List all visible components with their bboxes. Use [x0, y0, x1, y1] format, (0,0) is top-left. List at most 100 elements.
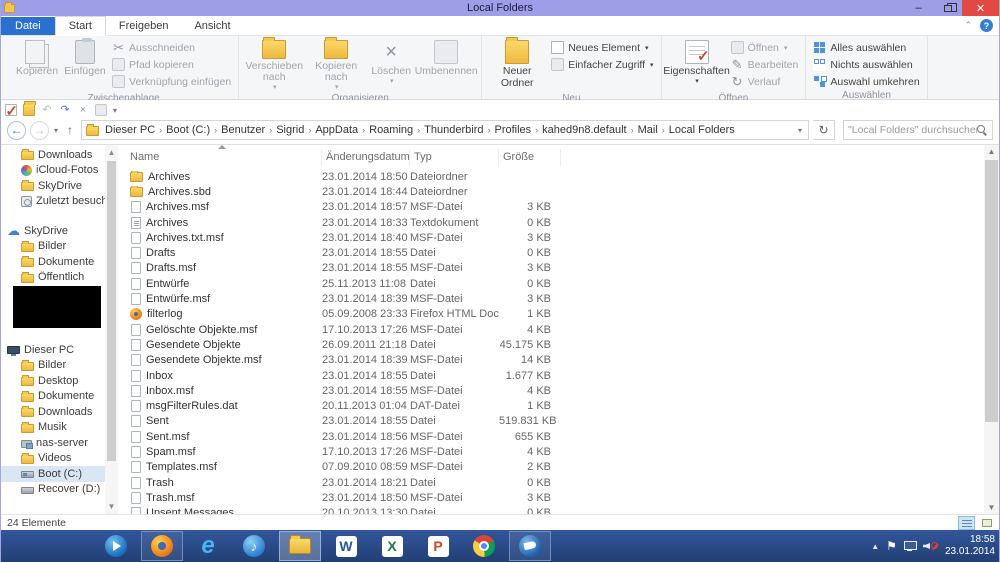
auswahl-umkehren-button[interactable]: Auswahl umkehren	[810, 73, 922, 90]
file-row-archives[interactable]: Archives 23.01.2014 18:50 Dateiordner	[126, 169, 999, 184]
search-icon[interactable]	[977, 124, 988, 136]
filelist-scroll-thumb[interactable]	[985, 160, 998, 422]
qat-customize-icon[interactable]: ▾	[113, 106, 117, 115]
sidebar-item-bilder[interactable]: Bilder	[1, 239, 105, 255]
file-row-inbox-msf[interactable]: Inbox.msf 23.01.2014 18:55 MSF-Datei 4 KB	[126, 383, 999, 398]
column-header-name[interactable]: Name	[126, 148, 322, 166]
breadcrumb-segment-profiles[interactable]: Profiles	[491, 124, 534, 136]
taskbar-firefox-button[interactable]	[141, 531, 183, 561]
sidebar-item-videos[interactable]: Videos	[1, 451, 105, 467]
sidebar-item-dokumente[interactable]: Dokumente	[1, 389, 105, 405]
recent-locations-dropdown-icon[interactable]: ▾	[53, 126, 59, 135]
breadcrumb-segment-local-folders[interactable]: Local Folders	[666, 124, 738, 136]
sidebar-item-downloads[interactable]: Downloads	[1, 404, 105, 420]
sidebar-item-zuletzt-besucht[interactable]: Zuletzt besucht	[1, 194, 105, 210]
ausschneiden-button[interactable]: ✂ Ausschneiden	[109, 39, 234, 56]
file-row-trash-msf[interactable]: Trash.msf 23.01.2014 18:50 MSF-Datei 3 KB	[126, 490, 999, 505]
file-row-drafts-msf[interactable]: Drafts.msf 23.01.2014 18:55 MSF-Datei 3 KB	[126, 261, 999, 276]
einfacher-zugriff-button[interactable]: Einfacher Zugriff ▾	[548, 56, 656, 73]
taskbar-media-player-button[interactable]	[95, 531, 137, 561]
bearbeiten-button[interactable]: ✎ Bearbeiten	[728, 56, 802, 73]
taskbar-word-button[interactable]: W	[325, 531, 367, 561]
back-button[interactable]: ←	[7, 120, 26, 140]
taskbar-photos-button[interactable]	[49, 531, 91, 561]
taskbar-chrome-button[interactable]	[463, 531, 505, 561]
thumbnail-view-button[interactable]	[978, 516, 995, 530]
qat-new-folder-icon[interactable]	[23, 101, 36, 116]
breadcrumb-segment-mail[interactable]: Mail	[635, 124, 661, 136]
file-row-inbox[interactable]: Inbox 23.01.2014 18:55 Datei 1.677 KB	[126, 368, 999, 383]
sidebar-item-dokumente[interactable]: Dokumente	[1, 254, 105, 270]
breadcrumb-segment-roaming[interactable]: Roaming	[366, 124, 416, 136]
sidebar-item-dieser-pc[interactable]: Dieser PC	[1, 342, 105, 358]
file-row-entw-rfe-msf[interactable]: Entwürfe.msf 23.01.2014 18:39 MSF-Datei 3 K…	[126, 291, 999, 306]
breadcrumb-segment-benutzer[interactable]: Benutzer	[218, 124, 268, 136]
show-hidden-icons-icon[interactable]: ▲	[871, 542, 879, 551]
sidebar-item-nas-server[interactable]: nas-server	[1, 435, 105, 451]
sidebar-item-skydrive[interactable]: SkyDrive	[1, 178, 105, 194]
sidebar-scroll-up-icon[interactable]: ▲	[105, 148, 118, 157]
sidebar-item-icloud-fotos[interactable]: iCloud-Fotos	[1, 163, 105, 179]
file-row-msgfilterrules-dat[interactable]: msgFilterRules.dat 20.11.2013 01:04 DAT-Da…	[126, 398, 999, 413]
sidebar-scroll-thumb[interactable]	[107, 161, 116, 461]
taskbar-itunes-button[interactable]: ♪	[233, 531, 275, 561]
tab-freigeben[interactable]: Freigeben	[106, 17, 182, 35]
file-row-gesendete-objekte-msf[interactable]: Gesendete Objekte.msf 23.01.2014 18:39 MSF…	[126, 353, 999, 368]
file-row-unsent-messages[interactable]: Unsent Messages 20.10.2013 13:30 Datei 0 KB	[126, 506, 999, 514]
ribbon-collapse-icon[interactable]: ⌃	[964, 20, 972, 31]
file-row-archives-msf[interactable]: Archives.msf 23.01.2014 18:57 MSF-Datei 3 K…	[126, 200, 999, 215]
volume-muted-icon[interactable]	[923, 540, 938, 552]
sidebar-item-skydrive[interactable]: ☁ SkyDrive	[1, 223, 105, 239]
verkn-pfung-einf-gen-button[interactable]: Verknüpfung einfügen	[109, 73, 234, 90]
up-button[interactable]: ↑	[63, 123, 77, 137]
qat-redo-icon[interactable]: ↷	[59, 104, 71, 116]
tab-datei[interactable]: Datei	[1, 17, 55, 35]
restore-button[interactable]	[933, 0, 962, 16]
details-view-button[interactable]	[958, 515, 975, 530]
pfad-kopieren-button[interactable]: Pfad kopieren	[109, 56, 234, 73]
address-bar[interactable]: Dieser PC › Boot (C:) › Benutzer › Sigrid › AppD…	[81, 120, 809, 140]
taskbar-file-explorer-button[interactable]	[279, 531, 321, 561]
file-row-archives-sbd[interactable]: Archives.sbd 23.01.2014 18:44 Dateiordner	[126, 184, 999, 199]
network-icon[interactable]	[903, 541, 917, 551]
filelist-scrollbar[interactable]: ▲ ▼	[984, 145, 999, 514]
search-input[interactable]	[848, 124, 977, 136]
verschieben-nach-button[interactable]: Verschieben nach ▾	[243, 37, 305, 93]
l-schen-button[interactable]: × Löschen ▾	[367, 37, 415, 93]
sidebar-item-downloads[interactable]: Downloads	[1, 147, 105, 163]
file-row-entw-rfe[interactable]: Entwürfe 25.11.2013 11:08 Datei 0 KB	[126, 276, 999, 291]
sidebar-scroll-down-icon[interactable]: ▼	[105, 502, 118, 511]
taskbar-powerpoint-button[interactable]: P	[417, 531, 459, 561]
file-row-archives-txt[interactable]: Archives 23.01.2014 18:33 Textdokument 0 KB	[126, 215, 999, 230]
breadcrumb-segment-thunderbird[interactable]: Thunderbird	[421, 124, 486, 136]
column-header-typ[interactable]: Typ	[410, 148, 499, 166]
qat-properties-icon[interactable]	[5, 104, 18, 118]
qat-undo-icon[interactable]: ↶	[41, 104, 53, 116]
breadcrumb-segment-kahed9n8-default[interactable]: kahed9n8.default	[539, 124, 629, 136]
tab-ansicht[interactable]: Ansicht	[181, 17, 243, 35]
taskbar-start-button[interactable]	[3, 531, 45, 561]
sidebar-scrollbar[interactable]: ▲ ▼	[105, 145, 118, 514]
address-dropdown-icon[interactable]: ▾	[794, 126, 806, 135]
sidebar-item-ffentlich[interactable]: Öffentlich	[1, 270, 105, 286]
sidebar-item-bilder[interactable]: Bilder	[1, 358, 105, 374]
forward-button[interactable]: →	[30, 120, 49, 140]
taskbar-internet-explorer-button[interactable]: e	[187, 531, 229, 561]
neuer-ordner-button[interactable]: Neuer Ordner	[486, 37, 548, 93]
file-row-filterlog[interactable]: filterlog 05.09.2008 23:33 Firefox HTML Do…	[126, 307, 999, 322]
close-button[interactable]: ✕	[962, 0, 999, 16]
file-row-sent-msf[interactable]: Sent.msf 23.01.2014 18:56 MSF-Datei 655 KB	[126, 429, 999, 444]
filelist-scroll-up-icon[interactable]: ▲	[984, 147, 999, 156]
umbenennen-button[interactable]: Umbenennen	[415, 37, 478, 93]
filelist-scroll-down-icon[interactable]: ▼	[984, 503, 999, 512]
file-row-sent[interactable]: Sent 23.01.2014 18:55 Datei 519.831 KB	[126, 414, 999, 429]
breadcrumb-segment-dieser-pc[interactable]: Dieser PC	[102, 124, 158, 136]
taskbar-thunderbird-button[interactable]	[509, 531, 551, 561]
sidebar-item-desktop[interactable]: Desktop	[1, 373, 105, 389]
refresh-button[interactable]: ↻	[813, 120, 835, 140]
kopieren-nach-button[interactable]: Kopieren nach ▾	[305, 37, 367, 93]
verlauf-button[interactable]: ↻ Verlauf	[728, 73, 802, 90]
minimize-button[interactable]: –	[904, 0, 933, 16]
breadcrumb-segment-boot-c[interactable]: Boot (C:)	[163, 124, 213, 136]
clock[interactable]: 18:58 23.01.2014	[945, 534, 995, 558]
